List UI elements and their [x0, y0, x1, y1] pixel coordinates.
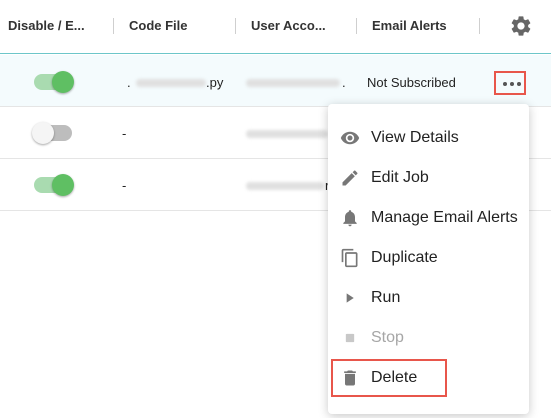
column-separator	[235, 18, 236, 34]
menu-item-label: Run	[371, 289, 401, 306]
menu-item-duplicate[interactable]: Duplicate	[328, 238, 529, 278]
redacted-code-file	[136, 79, 206, 87]
redacted-user-account	[246, 79, 340, 87]
trash-icon	[344, 370, 356, 386]
column-header-code-file[interactable]: Code File	[129, 18, 229, 33]
user-account-suffix: .	[342, 75, 346, 90]
menu-item-label: Stop	[371, 329, 404, 346]
toggle-knob	[52, 71, 74, 93]
play-icon	[346, 293, 354, 303]
menu-item-label: Edit Job	[371, 169, 429, 186]
row-actions-menu: View Details Edit Job Manage Email Alert…	[328, 104, 529, 414]
eye-icon	[340, 131, 360, 145]
menu-item-edit-job[interactable]: Edit Job	[328, 158, 529, 198]
column-separator	[356, 18, 357, 34]
copy-icon	[341, 248, 358, 268]
code-file-prefix: .	[127, 75, 131, 90]
column-separator	[479, 18, 480, 34]
menu-item-run[interactable]: Run	[328, 278, 529, 318]
menu-item-label: Manage Email Alerts	[371, 209, 518, 226]
bell-icon	[343, 210, 357, 227]
more-actions-button[interactable]	[494, 71, 526, 95]
menu-item-label: Duplicate	[371, 249, 438, 266]
table-header: Disable / E... Code File User Acco... Em…	[0, 0, 551, 54]
menu-item-manage-email-alerts[interactable]: Manage Email Alerts	[328, 198, 529, 238]
redacted-user-account	[246, 130, 328, 138]
toggle-knob	[32, 122, 54, 144]
column-separator	[113, 18, 114, 34]
redacted-user-account	[246, 182, 324, 190]
menu-item-label: View Details	[371, 129, 459, 146]
code-file-extension: .py	[206, 75, 224, 90]
toggle-knob	[52, 174, 74, 196]
email-alerts-status: Not Subscribed	[367, 75, 456, 90]
menu-item-label: Delete	[371, 369, 418, 386]
column-header-email-alerts[interactable]: Email Alerts	[372, 18, 472, 33]
menu-item-stop: Stop	[328, 318, 529, 358]
table-row[interactable]: . .py . Not Subscribed	[0, 55, 551, 107]
menu-item-view-details[interactable]: View Details	[328, 118, 529, 158]
enable-toggle[interactable]	[34, 71, 74, 93]
stop-icon	[345, 333, 355, 343]
column-header-disable-enable[interactable]: Disable / E...	[8, 18, 108, 33]
gear-icon[interactable]	[509, 14, 533, 38]
code-file-value: -	[122, 178, 127, 193]
enable-toggle[interactable]	[32, 122, 72, 144]
enable-toggle[interactable]	[34, 174, 74, 196]
column-header-user-account[interactable]: User Acco...	[251, 18, 351, 33]
more-dots-icon	[503, 82, 521, 86]
jobs-table-page: Disable / E... Code File User Acco... Em…	[0, 0, 551, 418]
menu-item-delete[interactable]: Delete	[328, 358, 529, 398]
code-file-value: -	[122, 126, 127, 141]
pencil-icon	[342, 170, 358, 186]
